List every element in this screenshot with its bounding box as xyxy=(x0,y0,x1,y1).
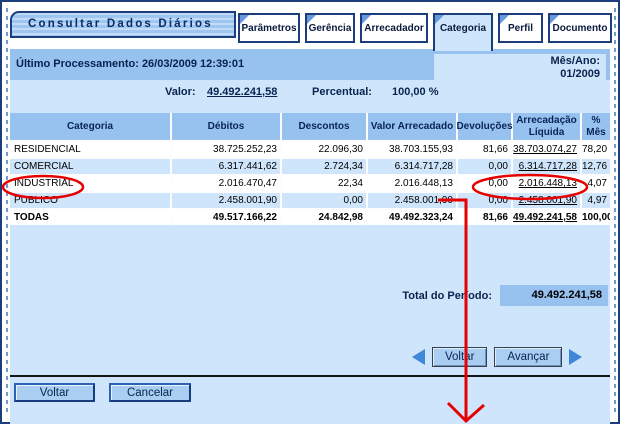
cell-perc-mes: 4,07 xyxy=(582,176,610,191)
cell-debitos: 38.725.252,23 xyxy=(172,142,280,157)
page-title: Consultar Dados Diários xyxy=(10,11,236,38)
cell-categoria: RESIDENCIAL xyxy=(10,142,170,157)
right-edge-decoration xyxy=(614,8,616,416)
cell-devolucoes: 0,00 xyxy=(458,159,511,174)
link-arrecadacao-liquida[interactable]: 2.458.001,90 xyxy=(513,193,580,208)
category-table: Categoria Débitos Descontos Valor Arreca… xyxy=(10,113,610,225)
cell-perc-mes: 78,20 xyxy=(582,142,610,157)
cell-categoria: PUBLICO xyxy=(10,193,170,208)
cell-valor-arrecadado: 38.703.155,93 xyxy=(368,142,456,157)
cell-perc-mes: 12,76 xyxy=(582,159,610,174)
cell-perc-mes: 4,97 xyxy=(582,193,610,208)
col-header-devolucoes: Devoluções xyxy=(458,113,511,140)
cell-descontos: 22.096,30 xyxy=(282,142,366,157)
cell-debitos: 2.458.001,90 xyxy=(172,193,280,208)
last-processing-text: Último Processamento: 26/03/2009 12:39:0… xyxy=(16,58,244,70)
left-edge-decoration xyxy=(6,8,8,416)
total-periodo-value: 49.492.241,58 xyxy=(500,285,608,306)
last-processing-label: Último Processamento: xyxy=(16,58,139,70)
tab-categoria[interactable]: Categoria xyxy=(433,13,493,51)
cell-devolucoes: 0,00 xyxy=(458,193,511,208)
app-window: Consultar Dados Diários Parâmetros Gerên… xyxy=(0,0,620,424)
total-periodo-label: Total do Período: xyxy=(330,290,492,302)
cell-descontos: 24.842,98 xyxy=(282,210,366,225)
cancelar-button[interactable]: Cancelar xyxy=(109,383,191,402)
tab-arrecadador[interactable]: Arrecadador xyxy=(360,13,428,43)
tab-parametros[interactable]: Parâmetros xyxy=(238,13,300,43)
cell-descontos: 22,34 xyxy=(282,176,366,191)
cell-categoria: INDUSTRIAL xyxy=(10,176,170,191)
link-arrecadacao-liquida[interactable]: 49.492.241,58 xyxy=(513,210,580,225)
page-next-arrow-icon[interactable] xyxy=(569,349,582,365)
valor-value: 49.492.241,58 xyxy=(207,86,277,98)
cell-perc-mes: 100,00 xyxy=(582,210,610,225)
cell-descontos: 2.724,34 xyxy=(282,159,366,174)
percentual-label: Percentual: xyxy=(312,86,372,98)
cell-categoria: COMERCIAL xyxy=(10,159,170,174)
cell-devolucoes: 0,00 xyxy=(458,176,511,191)
percentual-value: 100,00 % xyxy=(392,86,438,98)
col-header-valor-arrecadado: Valor Arrecadado xyxy=(368,113,456,140)
page-voltar-button[interactable]: Voltar xyxy=(432,347,487,367)
cell-debitos: 2.016.470,47 xyxy=(172,176,280,191)
footer-separator xyxy=(10,375,610,377)
cell-valor-arrecadado: 2.016.448,13 xyxy=(368,176,456,191)
cell-debitos: 49.517.166,22 xyxy=(172,210,280,225)
cell-valor-arrecadado: 6.314.717,28 xyxy=(368,159,456,174)
cell-debitos: 6.317.441,62 xyxy=(172,159,280,174)
main-panel: Último Processamento: 26/03/2009 12:39:0… xyxy=(10,49,610,424)
cell-valor-arrecadado: 2.458.001,90 xyxy=(368,193,456,208)
col-header-descontos: Descontos xyxy=(282,113,366,140)
link-arrecadacao-liquida[interactable]: 38.703.074,27 xyxy=(513,142,580,157)
value-summary-row: Valor: 49.492.241,58 Percentual: 100,00 … xyxy=(10,80,610,106)
processing-header-row: Último Processamento: 26/03/2009 12:39:0… xyxy=(10,49,610,80)
tab-bar: Parâmetros Gerência Arrecadador Categori… xyxy=(238,13,612,51)
pagination: Voltar Avançar xyxy=(412,346,582,368)
link-arrecadacao-liquida[interactable]: 6.314.717,28 xyxy=(513,159,580,174)
voltar-button[interactable]: Voltar xyxy=(14,383,95,402)
col-header-arrecadacao-liquida: Arrecadação Líquida xyxy=(513,113,580,140)
col-header-perc-mes: % Mês xyxy=(582,113,610,140)
valor-label: Valor: xyxy=(165,86,196,98)
tab-perfil[interactable]: Perfil xyxy=(498,13,543,43)
cell-categoria: TODAS xyxy=(10,210,170,225)
cell-valor-arrecadado: 49.492.323,24 xyxy=(368,210,456,225)
month-year-box: Mês/Ano: 01/2009 xyxy=(434,54,606,81)
link-arrecadacao-liquida[interactable]: 2.016.448,13 xyxy=(513,176,580,191)
col-header-categoria: Categoria xyxy=(10,113,170,140)
col-header-debitos: Débitos xyxy=(172,113,280,140)
tab-documento[interactable]: Documento xyxy=(548,13,612,43)
cell-devolucoes: 81,66 xyxy=(458,210,511,225)
page-avancar-button[interactable]: Avançar xyxy=(494,347,562,367)
last-processing-value: 26/03/2009 12:39:01 xyxy=(142,58,244,70)
cell-devolucoes: 81,66 xyxy=(458,142,511,157)
page-prev-arrow-icon[interactable] xyxy=(412,349,425,365)
cell-descontos: 0,00 xyxy=(282,193,366,208)
month-year-label: Mês/Ano: xyxy=(434,55,600,68)
tab-gerencia[interactable]: Gerência xyxy=(305,13,355,43)
